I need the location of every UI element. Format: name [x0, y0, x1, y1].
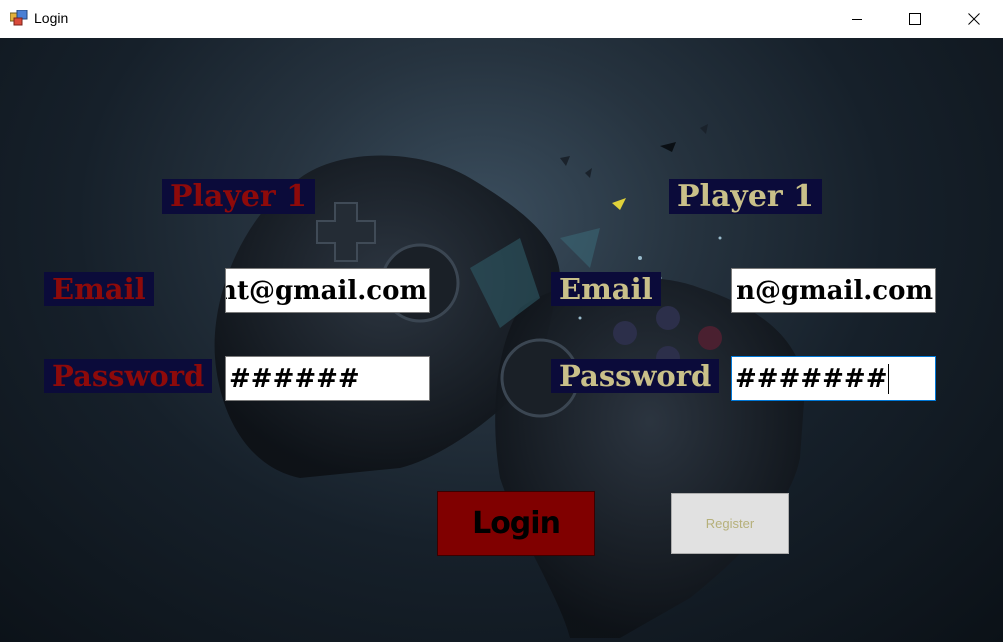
- player-left-password-label: Password: [44, 359, 213, 393]
- text-caret: [887, 363, 889, 394]
- maximize-icon: [909, 13, 921, 25]
- form-client-area: Player 1 Email nt@gmail.com Password ###…: [0, 38, 1003, 642]
- player-left-email-label: Email: [44, 272, 154, 306]
- player-right-email-input[interactable]: n@gmail.com: [731, 268, 936, 313]
- title-bar[interactable]: Login: [0, 0, 1003, 38]
- close-button[interactable]: [945, 0, 1003, 38]
- player-right-password-input[interactable]: #######: [731, 356, 936, 401]
- player-left-password-input[interactable]: ######: [225, 356, 430, 401]
- minimize-button[interactable]: [828, 0, 886, 38]
- register-button[interactable]: Register: [671, 493, 789, 554]
- window-title: Login: [34, 10, 69, 26]
- player-left-heading: Player 1: [162, 179, 316, 214]
- player-left-email-input[interactable]: nt@gmail.com: [225, 268, 430, 313]
- maximize-button[interactable]: [886, 0, 944, 38]
- login-button[interactable]: Login: [437, 491, 595, 556]
- login-window: Login Player 1 Email nt@gmail.com Passwo…: [0, 0, 1003, 642]
- winforms-app-icon: [10, 10, 28, 26]
- player-right-email-label: Email: [551, 272, 661, 306]
- player-right-password-label: Password: [551, 359, 720, 393]
- close-icon: [968, 13, 980, 25]
- player-right-heading: Player 1: [669, 179, 823, 214]
- minimize-icon: [852, 19, 862, 20]
